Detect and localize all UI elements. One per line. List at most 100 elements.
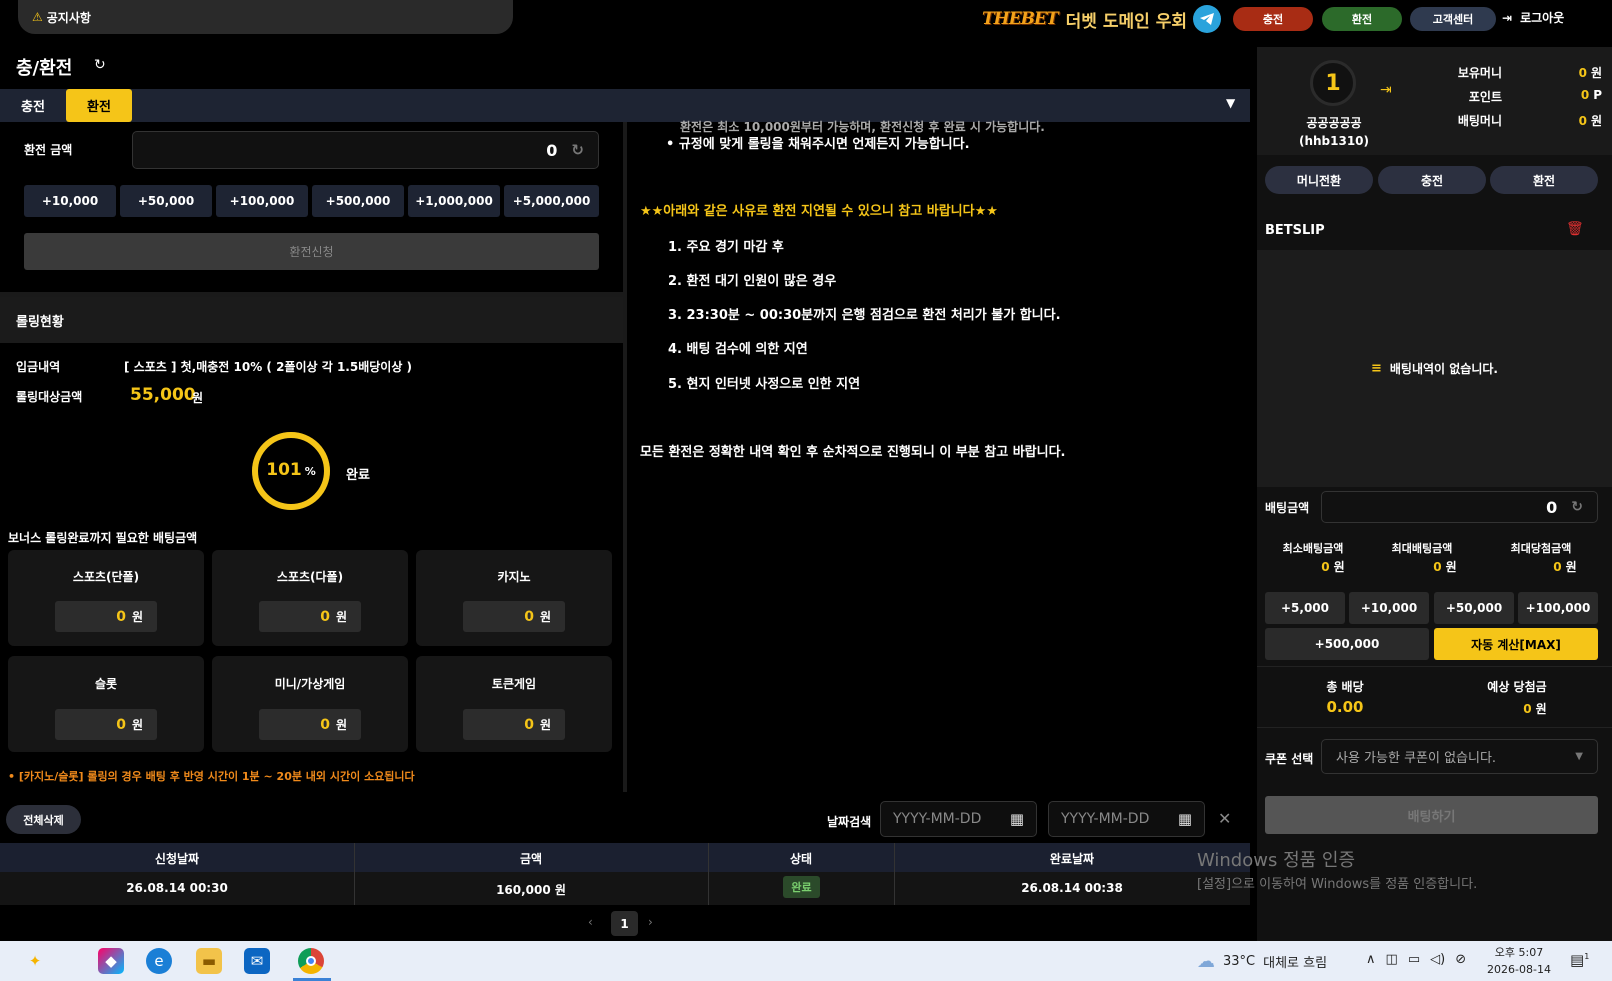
folder-icon[interactable]: ▬ xyxy=(196,948,222,974)
username: 공공공공공 xyxy=(1306,116,1362,130)
quick-amount-button[interactable]: +100,000 xyxy=(216,185,308,217)
pager-prev-icon[interactable]: ‹ xyxy=(588,915,593,929)
pager-next-icon[interactable]: › xyxy=(648,915,653,929)
logo-mark: THEBET xyxy=(982,9,1059,29)
page-title: 충/환전 xyxy=(16,58,73,79)
quick-bet-button[interactable]: +500,000 xyxy=(1265,628,1429,660)
edge-icon[interactable]: e xyxy=(146,948,172,974)
warning-icon: ⚠ xyxy=(32,10,43,24)
volume-icon[interactable]: ◁) xyxy=(1430,952,1445,967)
betslip-title: BETSLIP xyxy=(1257,210,1612,250)
quick-amount-button[interactable]: +50,000 xyxy=(120,185,212,217)
percent-sign: % xyxy=(304,465,316,478)
quick-amount-button[interactable]: +10,000 xyxy=(24,185,116,217)
chevron-down-icon[interactable]: ▼ xyxy=(1226,96,1235,110)
balance-value: 0원 xyxy=(1540,64,1602,81)
notice-rule: • 규정에 맞게 롤링을 채워주시면 언제든지 가능합니다. xyxy=(666,137,970,152)
weather-temp: 33°C xyxy=(1223,954,1256,969)
notice-final: 모든 환전은 정확한 내역 확인 후 순차적으로 진행되니 이 부분 참고 바랍… xyxy=(640,445,1066,460)
quick-bet-button[interactable]: +5,000 xyxy=(1265,592,1345,624)
logout-button[interactable]: ⇥ 로그아웃 xyxy=(1502,9,1564,26)
tab-withdraw[interactable]: 환전 xyxy=(66,89,132,122)
bonus-label: 보너스 롤링완료까지 필요한 배팅금액 xyxy=(8,531,198,545)
delete-all-button[interactable]: 전체삭제 xyxy=(6,805,81,834)
outlook-icon[interactable]: ✉ xyxy=(244,948,270,974)
balance-amount: 0 xyxy=(1578,66,1587,80)
game-value: 0원 xyxy=(55,601,157,632)
withdraw-button-side[interactable]: 환전 xyxy=(1490,166,1598,194)
balance-unit: P xyxy=(1593,88,1602,102)
system-tray: ∧ ◫ ▭ ◁) ⊘ xyxy=(1366,952,1466,967)
column-header: 상태 xyxy=(789,852,813,866)
balance-amount: 0 xyxy=(1578,114,1587,128)
quick-bet-button[interactable]: +50,000 xyxy=(1434,592,1514,624)
quick-bet-button[interactable]: +100,000 xyxy=(1518,592,1598,624)
place-bet-button[interactable]: 배팅하기 xyxy=(1265,796,1598,834)
money-convert-button[interactable]: 머니전환 xyxy=(1265,166,1373,194)
status-badge: 완료 xyxy=(783,876,820,898)
chevron-up-icon[interactable]: ∧ xyxy=(1366,952,1376,967)
bet-amount-input[interactable]: 0 ↻ xyxy=(1321,491,1598,523)
notice-warning: ★★아래와 같은 사유로 환전 지연될 수 있으니 참고 바랍니다★★ xyxy=(640,204,998,219)
balance-unit: 원 xyxy=(1590,66,1602,80)
limit-value: 0원 xyxy=(1390,558,1500,575)
limit-label: 최대당첨금액 xyxy=(1510,542,1572,555)
start-date-input[interactable]: YYYY-MM-DD ▦ xyxy=(880,801,1037,837)
quick-amount-button[interactable]: +500,000 xyxy=(312,185,404,217)
copilot-icon[interactable]: ◆ xyxy=(98,948,124,974)
rolling-target-unit: 원 xyxy=(192,391,204,405)
delay-reason: 4. 배팅 검수에 의한 지연 xyxy=(668,342,808,357)
reset-icon[interactable]: ↻ xyxy=(1571,499,1583,515)
refresh-icon[interactable]: ↻ xyxy=(94,57,106,73)
calendar-icon[interactable]: ▦ xyxy=(1178,810,1192,828)
expected-win-label: 예상 당첨금 xyxy=(1487,680,1547,694)
betslip-empty-text: 배팅내역이 없습니다. xyxy=(1389,362,1498,376)
reset-icon[interactable]: ↻ xyxy=(571,141,584,159)
coupon-select[interactable]: 사용 가능한 쿠폰이 없습니다. ▼ xyxy=(1321,739,1598,774)
delay-reason: 5. 현지 인터넷 사정으로 인한 지연 xyxy=(668,377,861,392)
game-amount: 0 xyxy=(524,608,534,625)
weather-widget[interactable]: ☁ 33°C 대체로 흐림 xyxy=(1197,951,1327,972)
game-value: 0원 xyxy=(463,709,565,740)
game-title: 스포츠(단폴) xyxy=(72,570,140,584)
deposit-button[interactable]: 충전 xyxy=(1233,7,1313,31)
amount-label: 환전 금액 xyxy=(24,143,73,157)
delay-reason: 2. 환전 대기 인원이 많은 경우 xyxy=(668,274,837,289)
tab-deposit[interactable]: 충전 xyxy=(0,89,66,122)
chrome-icon[interactable] xyxy=(298,948,324,974)
date-placeholder: YYYY-MM-DD xyxy=(1061,811,1150,827)
notice-rule-text: 규정에 맞게 롤링을 채워주시면 언제든지 가능합니다. xyxy=(678,137,970,152)
withdraw-request-button[interactable]: 환전신청 xyxy=(24,233,599,270)
quick-amount-button[interactable]: +1,000,000 xyxy=(408,185,500,217)
close-icon[interactable]: ✕ xyxy=(1218,809,1231,828)
copilot-sparkle-icon[interactable]: ✦ xyxy=(22,948,48,974)
notify-count: 1 xyxy=(1584,952,1590,961)
pager-page[interactable]: 1 xyxy=(611,911,638,936)
notification-icon[interactable]: ▤1 xyxy=(1570,951,1589,969)
telegram-icon[interactable] xyxy=(1193,5,1221,33)
game-amount: 0 xyxy=(320,716,330,733)
calendar-icon[interactable]: ▦ xyxy=(1010,810,1024,828)
withdraw-button[interactable]: 환전 xyxy=(1322,7,1402,31)
deposit-button-side[interactable]: 충전 xyxy=(1378,166,1486,194)
amount-input[interactable]: 0 ↻ xyxy=(132,131,599,169)
end-date-input[interactable]: YYYY-MM-DD ▦ xyxy=(1048,801,1205,837)
limit-value: 0원 xyxy=(1278,558,1388,575)
support-button[interactable]: 고객센터 xyxy=(1410,7,1496,31)
clock[interactable]: 오후 5:07 2026-08-14 xyxy=(1486,944,1552,978)
game-amount: 0 xyxy=(320,608,330,625)
network-icon[interactable]: ▭ xyxy=(1408,952,1420,967)
expected-unit: 원 xyxy=(1535,702,1547,716)
game-amount: 0 xyxy=(524,716,534,733)
meet-icon[interactable]: ◫ xyxy=(1386,952,1398,967)
coupon-label: 쿠폰 선택 xyxy=(1265,752,1314,766)
auto-max-button[interactable]: 자동 계산[MAX] xyxy=(1434,628,1598,660)
site-logo[interactable]: THEBET 더벳 도메인 우회 xyxy=(982,6,1187,32)
mute-icon[interactable]: ⊘ xyxy=(1455,952,1466,967)
game-unit: 원 xyxy=(539,718,551,732)
trash-icon[interactable]: 🗑 xyxy=(1566,221,1584,237)
quick-bet-button[interactable]: +10,000 xyxy=(1349,592,1429,624)
notice-bar[interactable]: ⚠ 공지사항 xyxy=(18,0,513,34)
quick-amount-button[interactable]: +5,000,000 xyxy=(504,185,599,217)
exit-icon[interactable]: ⇥ xyxy=(1380,82,1392,98)
